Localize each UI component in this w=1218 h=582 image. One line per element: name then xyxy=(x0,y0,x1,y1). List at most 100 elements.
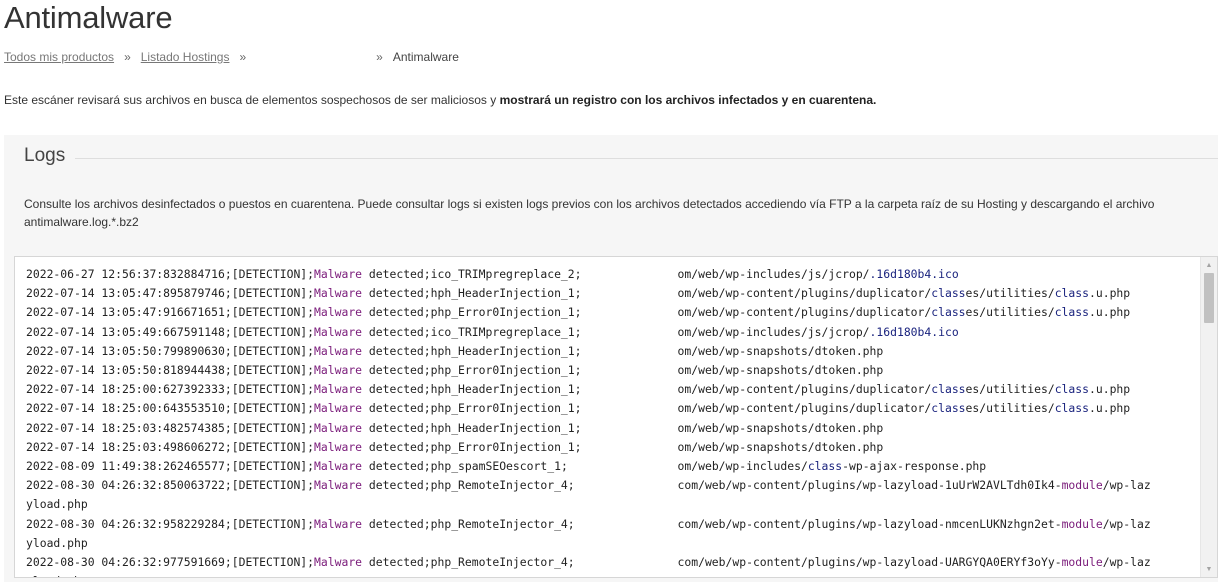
scroll-up-arrow-icon[interactable]: ▲ xyxy=(1201,258,1217,272)
log-keyword: Malware xyxy=(314,305,363,320)
breadcrumb-separator: » xyxy=(124,50,131,64)
breadcrumb-separator: » xyxy=(239,50,247,64)
log-message: detected; xyxy=(362,516,431,531)
log-path-keyword: class xyxy=(1054,286,1089,301)
log-keyword: Malware xyxy=(314,478,363,493)
log-message: detected; xyxy=(362,439,431,454)
log-type: [DETECTION] xyxy=(231,324,308,339)
log-path: .com/web/wp-content/plugins/duplicator/c… xyxy=(663,401,1131,416)
log-keyword: Malware xyxy=(314,459,363,474)
log-path-keyword: class xyxy=(807,459,843,474)
log-signature: php_Error0Injection_1 xyxy=(430,439,575,454)
log-type: [DETECTION] xyxy=(231,555,308,570)
logs-title: Logs xyxy=(24,145,66,166)
breadcrumb-link-products[interactable]: Todos mis productos xyxy=(4,50,114,64)
log-message: detected; xyxy=(362,305,431,320)
log-keyword: Malware xyxy=(314,286,363,301)
log-line: 2022-08-30 04:26:32:958229284;[DETECTION… xyxy=(26,516,1151,550)
log-timestamp: 2022-07-14 13:05:50:799890630 xyxy=(26,343,225,358)
log-type: [DETECTION] xyxy=(231,459,308,474)
log-signature: ico_TRIMpregreplace_1 xyxy=(430,324,575,339)
log-path: .com/web/wp-includes/js/jcrop/.16d180b4.… xyxy=(663,267,959,281)
log-message: detected; xyxy=(362,363,431,378)
log-type: [DETECTION] xyxy=(231,478,308,493)
log-message: detected; xyxy=(362,286,431,301)
log-message: detected; xyxy=(362,267,431,281)
log-path: .com/web/wp-snapshots/dtoken.php xyxy=(663,420,884,435)
log-signature: hph_HeaderInjection_1 xyxy=(430,420,575,435)
log-keyword: Malware xyxy=(314,516,363,531)
log-timestamp: 2022-08-30 04:26:32:958229284 xyxy=(26,516,225,531)
log-timestamp: 2022-07-14 18:25:03:482574385 xyxy=(26,420,225,435)
log-path-keyword: class xyxy=(931,401,966,416)
log-signature: hph_HeaderInjection_1 xyxy=(430,382,575,397)
logs-panel: Logs Consulte los archivos desinfectados… xyxy=(4,135,1218,582)
log-keyword: Malware xyxy=(314,555,363,570)
log-type: [DETECTION] xyxy=(231,516,308,531)
log-message: detected; xyxy=(362,382,431,397)
log-keyword: Malware xyxy=(314,324,363,339)
log-scrollbar[interactable]: ▲ ▼ xyxy=(1200,257,1217,577)
log-keyword: Malware xyxy=(314,267,363,281)
log-line: 2022-08-30 04:26:32:977591669;[DETECTION… xyxy=(26,553,1151,577)
log-path-keyword: class xyxy=(1054,401,1089,416)
log-timestamp: 2022-06-27 12:56:37:832884716 xyxy=(26,267,225,281)
log-timestamp: 2022-07-14 13:05:49:667591148 xyxy=(26,324,225,339)
log-timestamp: 2022-07-14 13:05:50:818944438 xyxy=(26,363,225,378)
log-signature: php_Error0Injection_1 xyxy=(430,401,575,416)
log-message: detected; xyxy=(362,324,431,339)
log-type: [DETECTION] xyxy=(231,267,308,281)
log-path-keyword: class xyxy=(1054,382,1089,397)
log-timestamp: 2022-07-14 18:25:03:498606272 xyxy=(26,439,225,454)
breadcrumb: Todos mis productos » Listado Hostings »… xyxy=(4,50,459,64)
log-path-keyword: class xyxy=(931,305,966,320)
log-timestamp: 2022-07-14 13:05:47:916671651 xyxy=(26,305,225,320)
logs-description: Consulte los archivos desinfectados o pu… xyxy=(24,197,1155,229)
breadcrumb-current: Antimalware xyxy=(392,50,459,64)
scroll-thumb[interactable] xyxy=(1204,273,1214,323)
log-type: [DETECTION] xyxy=(231,363,308,378)
log-keyword: Malware xyxy=(314,382,363,397)
log-path: .com/web/wp-content/plugins/duplicator/c… xyxy=(663,382,1131,397)
log-type: [DETECTION] xyxy=(231,343,308,358)
log-keyword: Malware xyxy=(314,343,363,358)
log-signature: hph_HeaderInjection_1 xyxy=(430,286,575,301)
log-signature: php_Error0Injection_1 xyxy=(430,363,575,378)
breadcrumb-separator: » xyxy=(376,50,383,64)
log-path: .com/web/wp-includes/class-wp-ajax-respo… xyxy=(663,459,987,474)
log-signature: php_RemoteInjector_4 xyxy=(430,516,568,531)
log-path-keyword: module xyxy=(1061,516,1103,531)
log-type: [DETECTION] xyxy=(231,401,308,416)
breadcrumb-link-hostings[interactable]: Listado Hostings xyxy=(141,50,230,64)
log-timestamp: 2022-08-30 04:26:32:977591669 xyxy=(26,555,225,570)
log-type: [DETECTION] xyxy=(231,305,308,320)
intro-text: Este escáner revisará sus archivos en bu… xyxy=(4,93,876,107)
log-type: [DETECTION] xyxy=(231,382,308,397)
logs-legend: Logs xyxy=(24,145,1218,167)
log-keyword: Malware xyxy=(314,401,363,416)
log-path: .com/web/wp-snapshots/dtoken.php xyxy=(663,343,884,358)
log-signature: hph_HeaderInjection_1 xyxy=(430,343,575,358)
log-signature: ico_TRIMpregreplace_2 xyxy=(430,267,575,281)
log-timestamp: 2022-08-09 11:49:38:262465577 xyxy=(26,459,225,474)
log-type: [DETECTION] xyxy=(231,286,308,301)
log-message: detected; xyxy=(362,459,431,474)
log-path-keyword: class xyxy=(931,382,966,397)
log-keyword: Malware xyxy=(314,420,363,435)
log-timestamp: 2022-08-30 04:26:32:850063722 xyxy=(26,478,225,493)
log-signature: php_RemoteInjector_4 xyxy=(430,555,568,570)
log-path-keyword: module xyxy=(1061,478,1103,493)
log-path: .com/web/wp-content/plugins/duplicator/c… xyxy=(663,286,1131,301)
log-type: [DETECTION] xyxy=(231,420,308,435)
log-textarea[interactable]: 2022-06-27 12:56:37:832884716;[DETECTION… xyxy=(14,256,1218,578)
log-type: [DETECTION] xyxy=(231,439,308,454)
log-path-keyword: module xyxy=(1061,555,1103,570)
log-timestamp: 2022-07-14 18:25:00:627392333 xyxy=(26,382,225,397)
log-path: .com/web/wp-content/plugins/duplicator/c… xyxy=(663,305,1131,320)
intro-plain: Este escáner revisará sus archivos en bu… xyxy=(4,93,500,107)
log-path: .com/web/wp-snapshots/dtoken.php xyxy=(663,363,884,378)
legend-divider xyxy=(75,157,1218,159)
log-timestamp: 2022-07-14 13:05:47:895879746 xyxy=(26,286,225,301)
scroll-down-arrow-icon[interactable]: ▼ xyxy=(1201,562,1217,576)
log-message: detected; xyxy=(362,401,431,416)
